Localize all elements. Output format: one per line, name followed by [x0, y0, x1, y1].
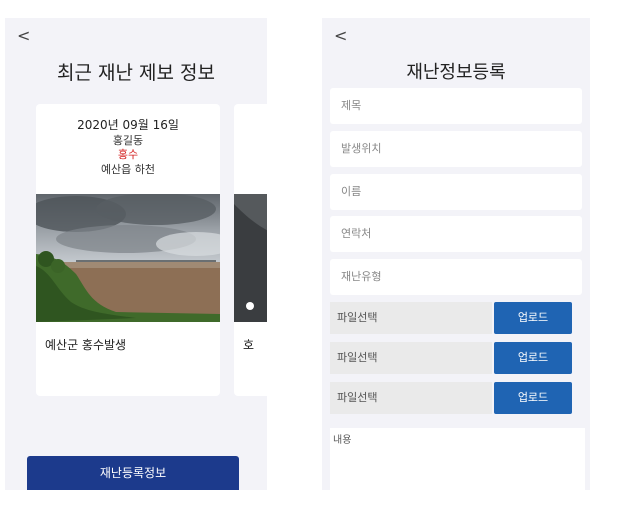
report-location: 예산읍 하천 [100, 163, 156, 176]
file-select-label[interactable]: 파일선택 [330, 382, 492, 414]
back-icon[interactable]: < [17, 26, 30, 45]
report-card[interactable]: 2020년 09월 16일 홍길동 홍수 예산읍 하천 예산군 홍수발생 [36, 104, 220, 396]
report-card[interactable]: 호 [234, 104, 267, 396]
register-disaster-button[interactable]: 재난등록정보 [27, 456, 239, 490]
disaster-type-field[interactable]: 재난유형 [330, 259, 582, 295]
page-title: 최근 재난 제보 정보 [57, 62, 215, 84]
content-textarea[interactable]: 내용 [330, 428, 585, 490]
file-row: 파일선택 업로드 [330, 302, 582, 334]
back-icon[interactable]: < [334, 26, 347, 45]
report-caption: 호 [243, 338, 255, 352]
file-select-label[interactable]: 파일선택 [330, 342, 492, 374]
name-field[interactable]: 이름 [330, 174, 582, 210]
page-title: 재난정보등록 [406, 62, 506, 83]
report-caption: 예산군 홍수발생 [45, 338, 127, 352]
title-field[interactable]: 제목 [330, 88, 582, 124]
recent-reports-screen: < 최근 재난 제보 정보 2020년 09월 16일 홍길동 홍수 예산읍 하… [5, 18, 267, 490]
contact-field[interactable]: 연락처 [330, 216, 582, 252]
report-photo [234, 194, 267, 322]
report-photo [36, 194, 220, 322]
file-row: 파일선택 업로드 [330, 382, 582, 414]
location-field[interactable]: 발생위치 [330, 131, 582, 167]
upload-button[interactable]: 업로드 [494, 382, 572, 414]
file-row: 파일선택 업로드 [330, 342, 582, 374]
upload-button[interactable]: 업로드 [494, 342, 572, 374]
disaster-registration-screen: < 재난정보등록 제목 발생위치 이름 연락처 재난유형 파일선택 업로드 파일… [322, 18, 590, 490]
file-select-label[interactable]: 파일선택 [330, 302, 492, 334]
disaster-type: 홍수 [117, 148, 139, 161]
report-date: 2020년 09월 16일 [77, 118, 179, 132]
upload-button[interactable]: 업로드 [494, 302, 572, 334]
